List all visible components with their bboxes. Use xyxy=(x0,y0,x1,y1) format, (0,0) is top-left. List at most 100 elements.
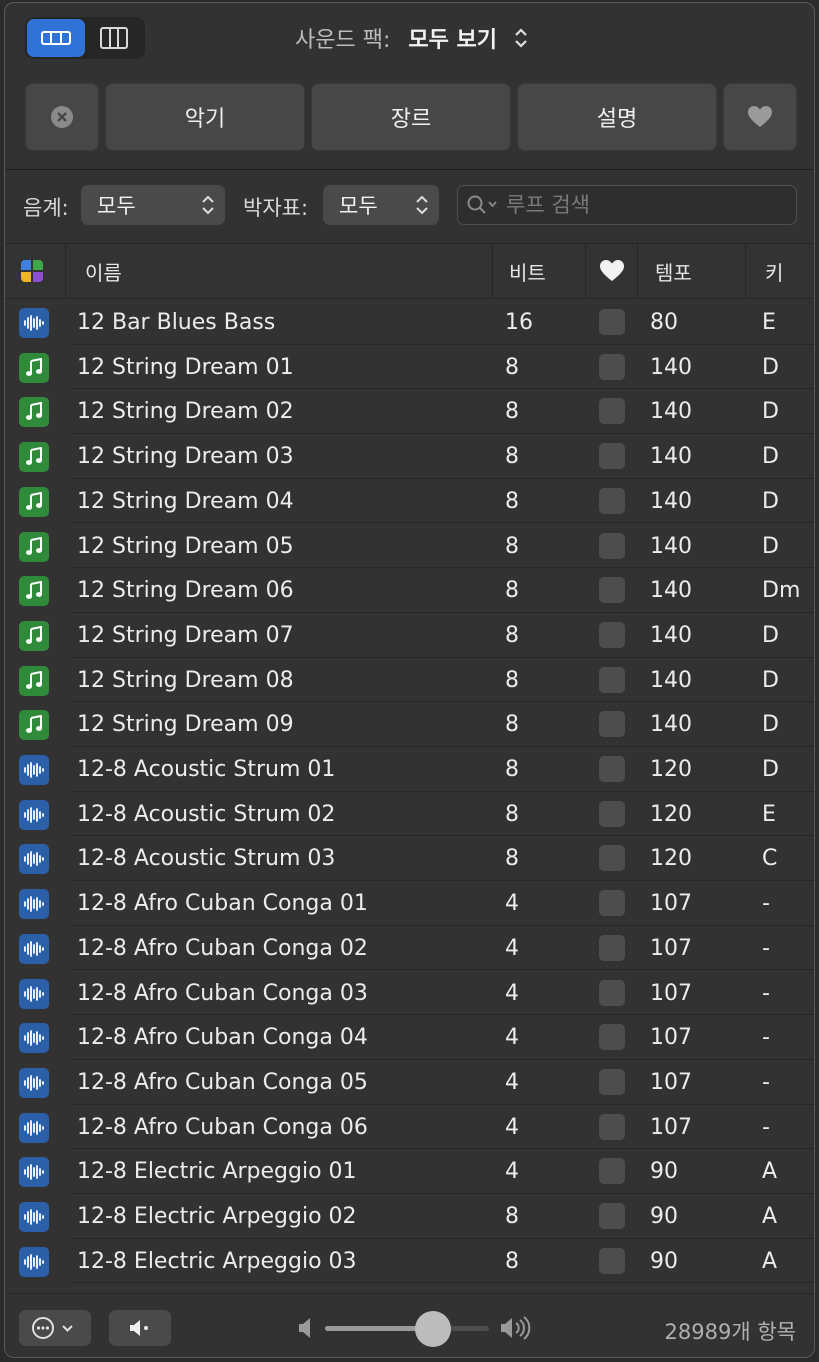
table-row[interactable]: 12 String Dream 09 8 140 D xyxy=(5,702,814,747)
favorite-checkbox[interactable] xyxy=(599,1068,625,1095)
favorite-checkbox[interactable] xyxy=(599,1113,625,1140)
favorite-checkbox[interactable] xyxy=(599,577,625,604)
loop-table: 12 Bar Blues Bass 16 80 E 12 String Dream 01… xyxy=(5,300,814,1290)
favorite-checkbox[interactable] xyxy=(599,1024,625,1051)
favorite-checkbox[interactable] xyxy=(599,1158,625,1185)
table-row[interactable]: 12 Bar Blues Bass 16 80 E xyxy=(5,300,814,345)
favorite-checkbox[interactable] xyxy=(599,398,625,425)
preview-speaker-button[interactable] xyxy=(109,1310,171,1346)
table-row[interactable]: 12-8 Afro Cuban Conga 03 4 107 - xyxy=(5,971,814,1016)
loop-key: D xyxy=(762,399,779,425)
audio-loop-badge xyxy=(19,933,49,964)
favorite-checkbox[interactable] xyxy=(599,353,625,380)
loop-tempo: 107 xyxy=(650,1069,692,1095)
audio-loop-badge xyxy=(19,1246,49,1277)
favorite-checkbox[interactable] xyxy=(599,845,625,872)
button-view-button[interactable] xyxy=(27,19,85,57)
audio-loop-badge xyxy=(19,1023,49,1054)
loop-tempo: 107 xyxy=(650,935,692,961)
tempo-column-header[interactable]: 템포 xyxy=(655,244,692,298)
volume-slider-knob[interactable] xyxy=(415,1311,452,1347)
loop-tempo: 80 xyxy=(650,310,678,335)
soundpack-selector[interactable]: 사운드 팩: 모두 보기 xyxy=(295,21,529,55)
favorite-checkbox[interactable] xyxy=(599,621,625,648)
type-column-header[interactable] xyxy=(19,244,45,298)
table-row[interactable]: 12-8 Acoustic Strum 02 8 120 E xyxy=(5,792,814,837)
table-row[interactable]: 12 String Dream 08 8 140 D xyxy=(5,658,814,703)
midi-loop-badge xyxy=(19,710,49,741)
genre-filter-button[interactable]: 장르 xyxy=(311,83,511,151)
waveform-icon xyxy=(24,985,44,1002)
table-row[interactable]: 12-8 Afro Cuban Conga 02 4 107 - xyxy=(5,926,814,971)
loop-key: D xyxy=(762,444,779,470)
favorite-checkbox[interactable] xyxy=(599,1203,625,1229)
table-row[interactable]: 12 String Dream 01 8 140 D xyxy=(5,345,814,390)
loop-search-input[interactable] xyxy=(506,193,766,217)
description-filter-button[interactable]: 설명 xyxy=(517,83,717,151)
table-row[interactable]: 12-8 Acoustic Strum 01 8 120 D xyxy=(5,747,814,792)
favorite-checkbox[interactable] xyxy=(599,309,625,335)
name-column-header[interactable]: 이름 xyxy=(85,244,122,298)
favorites-filter-button[interactable] xyxy=(723,83,797,151)
midi-loop-badge xyxy=(19,665,49,696)
loop-name: 12-8 Electric Arpeggio 03 xyxy=(77,1248,357,1274)
table-row[interactable]: 12-8 Afro Cuban Conga 05 4 107 - xyxy=(5,1060,814,1105)
meter-popup[interactable]: 모두 xyxy=(323,185,439,225)
loop-search-field[interactable] xyxy=(457,185,797,225)
favorite-checkbox[interactable] xyxy=(599,487,625,514)
loop-name: 12-8 Electric Arpeggio 01 xyxy=(77,1159,357,1185)
table-row[interactable]: 12-8 Electric Arpeggio 02 8 90 A xyxy=(5,1194,814,1239)
favorite-checkbox[interactable] xyxy=(599,979,625,1006)
loop-beats: 8 xyxy=(505,578,519,604)
scale-popup[interactable]: 모두 xyxy=(81,185,225,225)
loop-tempo: 90 xyxy=(650,1248,678,1274)
loop-key: E xyxy=(762,801,776,827)
loop-name: 12-8 Afro Cuban Conga 05 xyxy=(77,1069,368,1095)
audio-loop-badge xyxy=(19,844,49,875)
table-row[interactable]: 12 String Dream 02 8 140 D xyxy=(5,389,814,435)
loop-key: C xyxy=(762,846,778,872)
loop-name: 12 String Dream 05 xyxy=(77,533,294,559)
table-row[interactable]: 12 String Dream 03 8 140 D xyxy=(5,434,814,479)
loop-name: 12-8 Acoustic Strum 01 xyxy=(77,757,336,782)
favorite-checkbox[interactable] xyxy=(599,532,625,559)
loop-key: - xyxy=(762,935,770,961)
loop-tempo: 140 xyxy=(650,444,692,470)
table-row[interactable]: 12 String Dream 05 8 140 D xyxy=(5,524,814,569)
scale-label: 음계: xyxy=(23,196,69,220)
table-row[interactable]: 12 String Dream 04 8 140 D xyxy=(5,479,814,524)
loop-name: 12 String Dream 06 xyxy=(77,578,294,604)
favorite-checkbox[interactable] xyxy=(599,443,625,470)
loop-tempo: 140 xyxy=(650,354,692,380)
loop-beats: 4 xyxy=(505,980,519,1006)
more-options-button[interactable] xyxy=(19,1310,91,1346)
table-row[interactable]: 12-8 Acoustic Strum 03 8 120 C xyxy=(5,836,814,882)
volume-slider[interactable] xyxy=(325,1311,489,1347)
favorite-checkbox[interactable] xyxy=(599,756,625,782)
table-row[interactable]: 12-8 Electric Arpeggio 03 8 90 A xyxy=(5,1239,814,1284)
favorite-checkbox[interactable] xyxy=(599,934,625,961)
table-row[interactable]: 12-8 Electric Arpeggio 01 4 90 A xyxy=(5,1149,814,1194)
loop-name: 12 String Dream 01 xyxy=(77,354,294,380)
loop-beats: 8 xyxy=(505,399,519,425)
clear-filter-button[interactable] xyxy=(25,83,99,151)
favorite-checkbox[interactable] xyxy=(599,1247,625,1274)
view-toggle xyxy=(25,17,145,59)
table-row[interactable]: 12-8 Afro Cuban Conga 01 4 107 - xyxy=(5,881,814,926)
instrument-filter-button[interactable]: 악기 xyxy=(105,83,305,151)
key-column-header[interactable]: 키 xyxy=(765,244,783,298)
favorite-checkbox[interactable] xyxy=(599,890,625,917)
beats-column-header[interactable]: 비트 xyxy=(509,244,546,298)
favorite-column-header[interactable] xyxy=(599,244,625,298)
favorite-checkbox[interactable] xyxy=(599,666,625,693)
table-row[interactable]: 12-8 Afro Cuban Conga 06 4 107 - xyxy=(5,1105,814,1150)
favorite-checkbox[interactable] xyxy=(599,711,625,738)
loop-name: 12-8 Afro Cuban Conga 03 xyxy=(77,980,368,1006)
loop-tempo: 140 xyxy=(650,622,692,648)
table-row[interactable]: 12 String Dream 06 8 140 Dm xyxy=(5,568,814,613)
column-view-button[interactable] xyxy=(85,19,143,57)
table-row[interactable]: 12 String Dream 07 8 140 D xyxy=(5,613,814,658)
soundpack-label: 사운드 팩: xyxy=(295,28,391,53)
favorite-checkbox[interactable] xyxy=(599,800,625,827)
table-row[interactable]: 12-8 Afro Cuban Conga 04 4 107 - xyxy=(5,1015,814,1060)
